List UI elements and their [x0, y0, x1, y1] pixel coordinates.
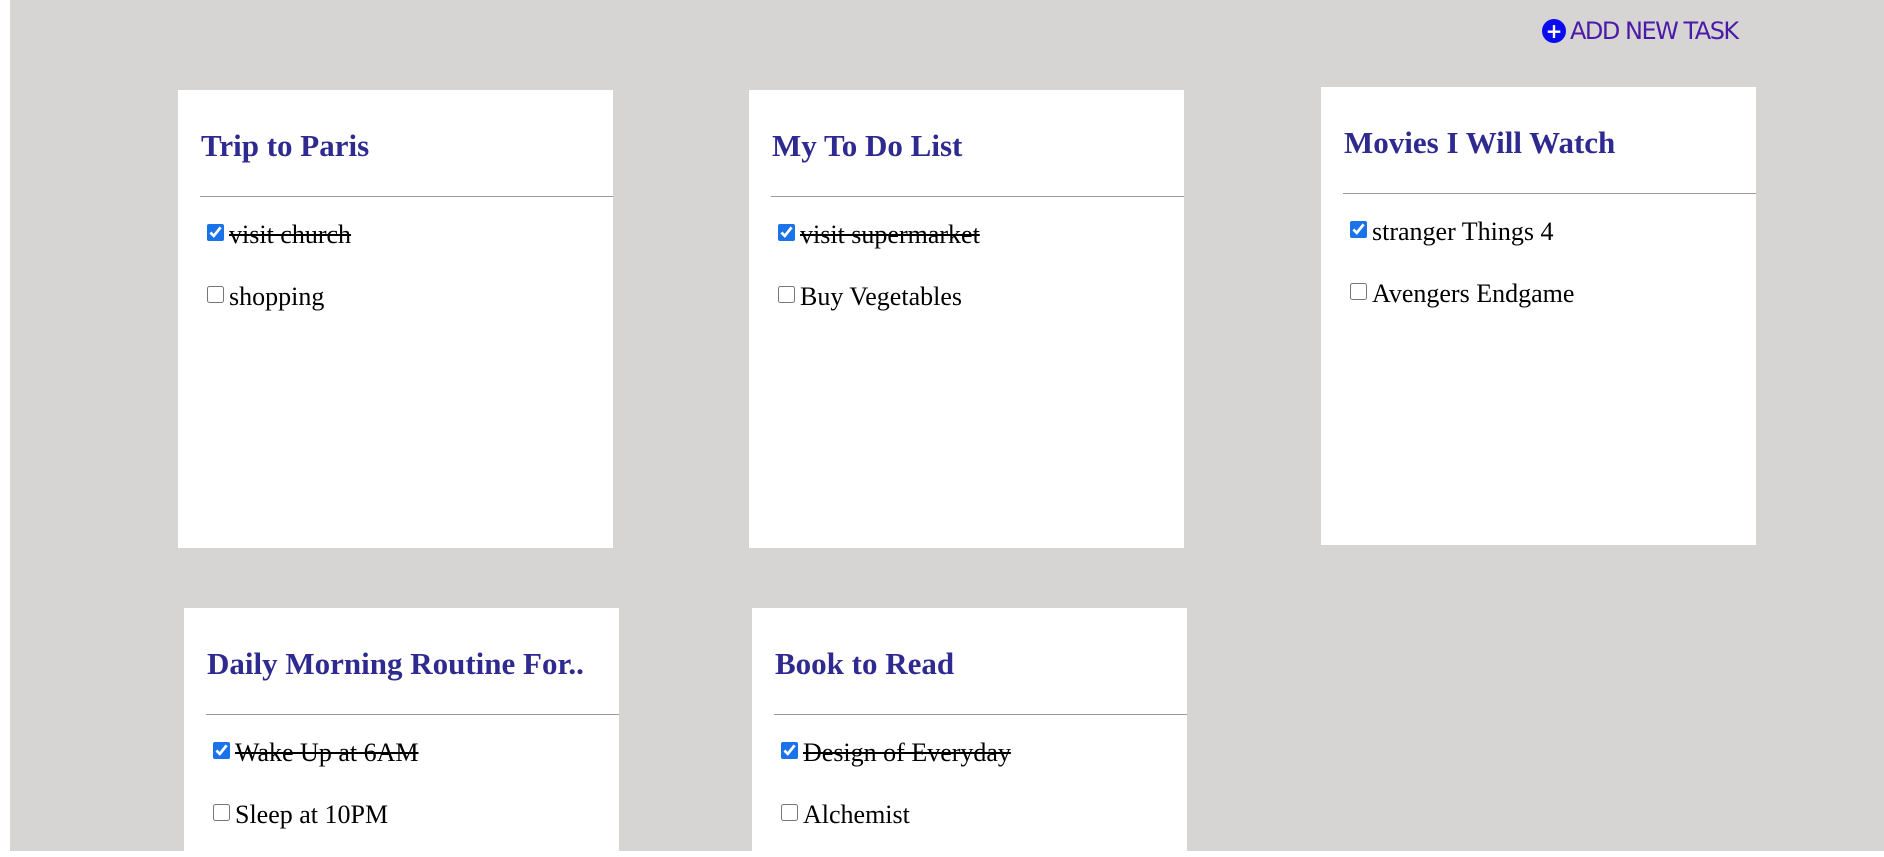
task-items: Wake Up at 6AM Sleep at 10PM: [213, 733, 619, 857]
add-new-task-button[interactable]: + ADD NEW TASK: [1542, 17, 1739, 45]
task-checkbox[interactable]: [213, 803, 230, 821]
task-items: visit supermarket Buy Vegetables: [778, 215, 1184, 339]
task-list-title: Daily Morning Routine For..: [207, 646, 584, 681]
task-checkbox[interactable]: [1350, 282, 1367, 300]
task-text: Alchemist: [803, 800, 910, 829]
task-item: visit church: [207, 215, 613, 255]
task-text: Wake Up at 6AM: [235, 738, 419, 767]
title-divider: [206, 714, 619, 715]
task-item: Avengers Endgame: [1350, 274, 1756, 314]
title-divider: [200, 196, 613, 197]
task-list-card: Daily Morning Routine For.. Wake Up at 6…: [184, 608, 619, 851]
task-item: Alchemist: [781, 795, 1187, 835]
add-new-task-label[interactable]: ADD NEW TASK: [1570, 17, 1739, 45]
task-text: Design of Everyday: [803, 738, 1011, 767]
task-text: stranger Things 4: [1372, 217, 1554, 246]
title-divider: [771, 196, 1184, 197]
board-background: + ADD NEW TASK Trip to Paris visit churc…: [10, 0, 1884, 851]
task-text: visit church: [229, 220, 352, 249]
task-checkbox[interactable]: [781, 803, 798, 821]
task-items: stranger Things 4 Avengers Endgame: [1350, 212, 1756, 336]
task-list-card: Trip to Paris visit church shopping: [178, 90, 613, 548]
task-list-title: Movies I Will Watch: [1344, 125, 1616, 160]
title-divider: [774, 714, 1187, 715]
task-checkbox[interactable]: [778, 223, 795, 241]
task-item: visit supermarket: [778, 215, 1184, 255]
task-checkbox[interactable]: [781, 741, 798, 759]
task-items: Design of Everyday Alchemist: [781, 733, 1187, 857]
task-text: Sleep at 10PM: [235, 800, 389, 829]
task-checkbox[interactable]: [213, 741, 230, 759]
task-checkbox[interactable]: [778, 285, 795, 303]
task-list-card: Movies I Will Watch stranger Things 4 Av…: [1321, 87, 1756, 545]
task-list-card: My To Do List visit supermarket Buy Vege…: [749, 90, 1184, 548]
task-text: Avengers Endgame: [1372, 279, 1575, 308]
task-checkbox[interactable]: [207, 285, 224, 303]
task-item: stranger Things 4: [1350, 212, 1756, 252]
task-text: shopping: [229, 282, 325, 311]
task-item: Buy Vegetables: [778, 277, 1184, 317]
task-item: Design of Everyday: [781, 733, 1187, 773]
task-checkbox[interactable]: [1350, 220, 1367, 238]
task-text: visit supermarket: [800, 220, 980, 249]
task-item: Sleep at 10PM: [213, 795, 619, 835]
task-list-title: Trip to Paris: [201, 128, 370, 163]
task-items: visit church shopping: [207, 215, 613, 339]
task-item: shopping: [207, 277, 613, 317]
task-checkbox[interactable]: [207, 223, 224, 241]
task-list-card: Book to Read Design of Everyday Alchemis…: [752, 608, 1187, 851]
task-list-title: My To Do List: [772, 128, 963, 163]
task-item: Wake Up at 6AM: [213, 733, 619, 773]
task-text: Buy Vegetables: [800, 282, 962, 311]
title-divider: [1343, 193, 1756, 194]
plus-circle-icon[interactable]: +: [1542, 19, 1566, 43]
task-list-title: Book to Read: [775, 646, 955, 681]
